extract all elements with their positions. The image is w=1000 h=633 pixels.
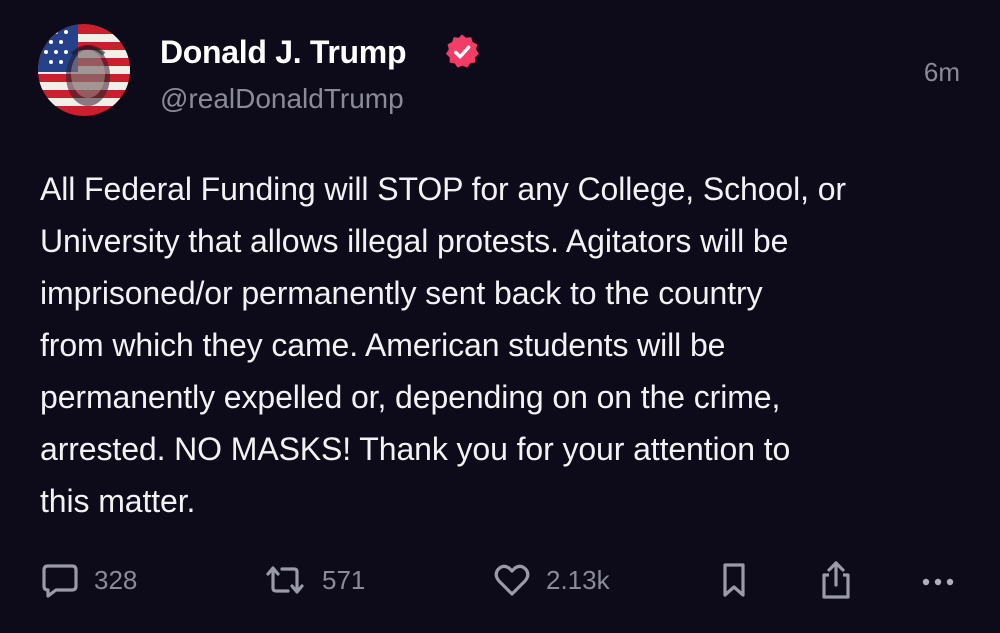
repost-button[interactable]: 571 bbox=[262, 555, 365, 605]
bookmark-button[interactable] bbox=[716, 555, 752, 605]
avatar[interactable] bbox=[38, 24, 130, 116]
timestamp[interactable]: 6m bbox=[924, 57, 960, 88]
action-bar: 328 571 2.13k bbox=[0, 555, 1000, 605]
post-body-text: All Federal Funding will STOP for any Co… bbox=[40, 171, 846, 519]
verified-badge-icon bbox=[445, 34, 479, 68]
more-icon bbox=[922, 578, 954, 586]
like-button[interactable]: 2.13k bbox=[492, 555, 610, 605]
share-button[interactable] bbox=[816, 555, 856, 605]
display-name[interactable]: Donald J. Trump bbox=[160, 34, 407, 71]
bookmark-icon bbox=[723, 563, 745, 597]
more-options-button[interactable] bbox=[916, 555, 960, 605]
user-handle[interactable]: @realDonaldTrump bbox=[160, 83, 404, 115]
reply-button[interactable]: 328 bbox=[40, 555, 137, 605]
like-count: 2.13k bbox=[546, 564, 610, 595]
repost-count: 571 bbox=[322, 564, 366, 595]
post-card: Donald J. Trump @realDonaldTrump 6m All … bbox=[0, 0, 1000, 633]
reply-count: 328 bbox=[94, 564, 138, 595]
speech-bubble-icon bbox=[42, 564, 78, 598]
share-icon bbox=[822, 561, 850, 599]
repost-icon bbox=[266, 566, 304, 594]
heart-icon bbox=[494, 564, 530, 596]
